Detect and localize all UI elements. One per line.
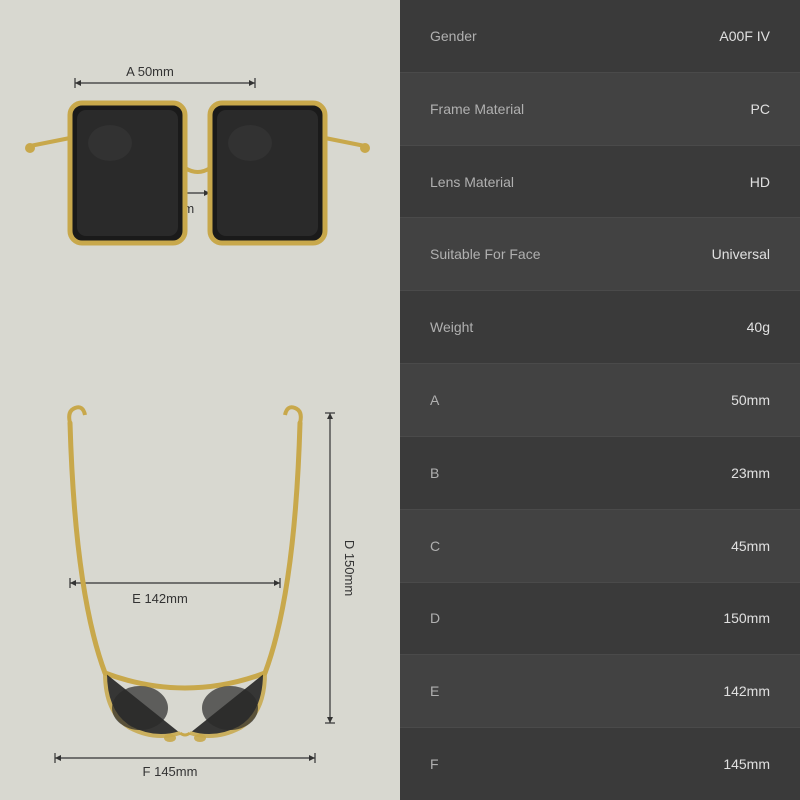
spec-row: C 45mm (400, 510, 800, 583)
diagram-panel: A 50mm B 23mm C 45mm C 45mm (0, 0, 400, 800)
front-view-svg: A 50mm B 23mm C 45mm C 45mm (15, 13, 385, 363)
spec-row: A 50mm (400, 364, 800, 437)
spec-row: Frame Material PC (400, 73, 800, 146)
specs-panel: Gender A00F IV Frame Material PC Lens Materi… (400, 0, 800, 800)
spec-label: Lens Material (430, 174, 514, 190)
spec-value: 50mm (731, 392, 770, 408)
spec-label: E (430, 683, 439, 699)
spec-label: D (430, 610, 440, 626)
spec-label: C (430, 538, 440, 554)
spec-row: Weight 40g (400, 291, 800, 364)
spec-label: B (430, 465, 439, 481)
spec-value: 45mm (731, 538, 770, 554)
spec-value: 145mm (723, 756, 770, 772)
side-view-svg: D 150mm E 142mm F 145mm (15, 388, 385, 788)
spec-row: Lens Material HD (400, 146, 800, 219)
spec-row: D 150mm (400, 583, 800, 656)
svg-text:A 50mm: A 50mm (126, 64, 174, 79)
spec-value: PC (751, 101, 770, 117)
spec-value: 142mm (723, 683, 770, 699)
spec-label: Frame Material (430, 101, 524, 117)
spec-value: 40g (747, 319, 770, 335)
spec-row: Gender A00F IV (400, 0, 800, 73)
spec-label: A (430, 392, 439, 408)
spec-label: F (430, 756, 439, 772)
spec-value: HD (750, 174, 770, 190)
spec-row: Suitable For Face Universal (400, 218, 800, 291)
spec-value: 150mm (723, 610, 770, 626)
spec-label: Suitable For Face (430, 246, 541, 262)
spec-label: Gender (430, 28, 477, 44)
spec-value: Universal (712, 246, 770, 262)
spec-label: Weight (430, 319, 473, 335)
svg-text:E 142mm: E 142mm (132, 591, 188, 606)
svg-text:D 150mm: D 150mm (342, 539, 357, 595)
svg-text:F 145mm: F 145mm (143, 764, 198, 779)
front-view-diagram: A 50mm B 23mm C 45mm C 45mm (15, 13, 385, 363)
spec-row: B 23mm (400, 437, 800, 510)
spec-row: F 145mm (400, 728, 800, 800)
spec-row: E 142mm (400, 655, 800, 728)
spec-value: A00F IV (719, 28, 770, 44)
spec-value: 23mm (731, 465, 770, 481)
side-view-diagram: D 150mm E 142mm F 145mm (15, 388, 385, 788)
